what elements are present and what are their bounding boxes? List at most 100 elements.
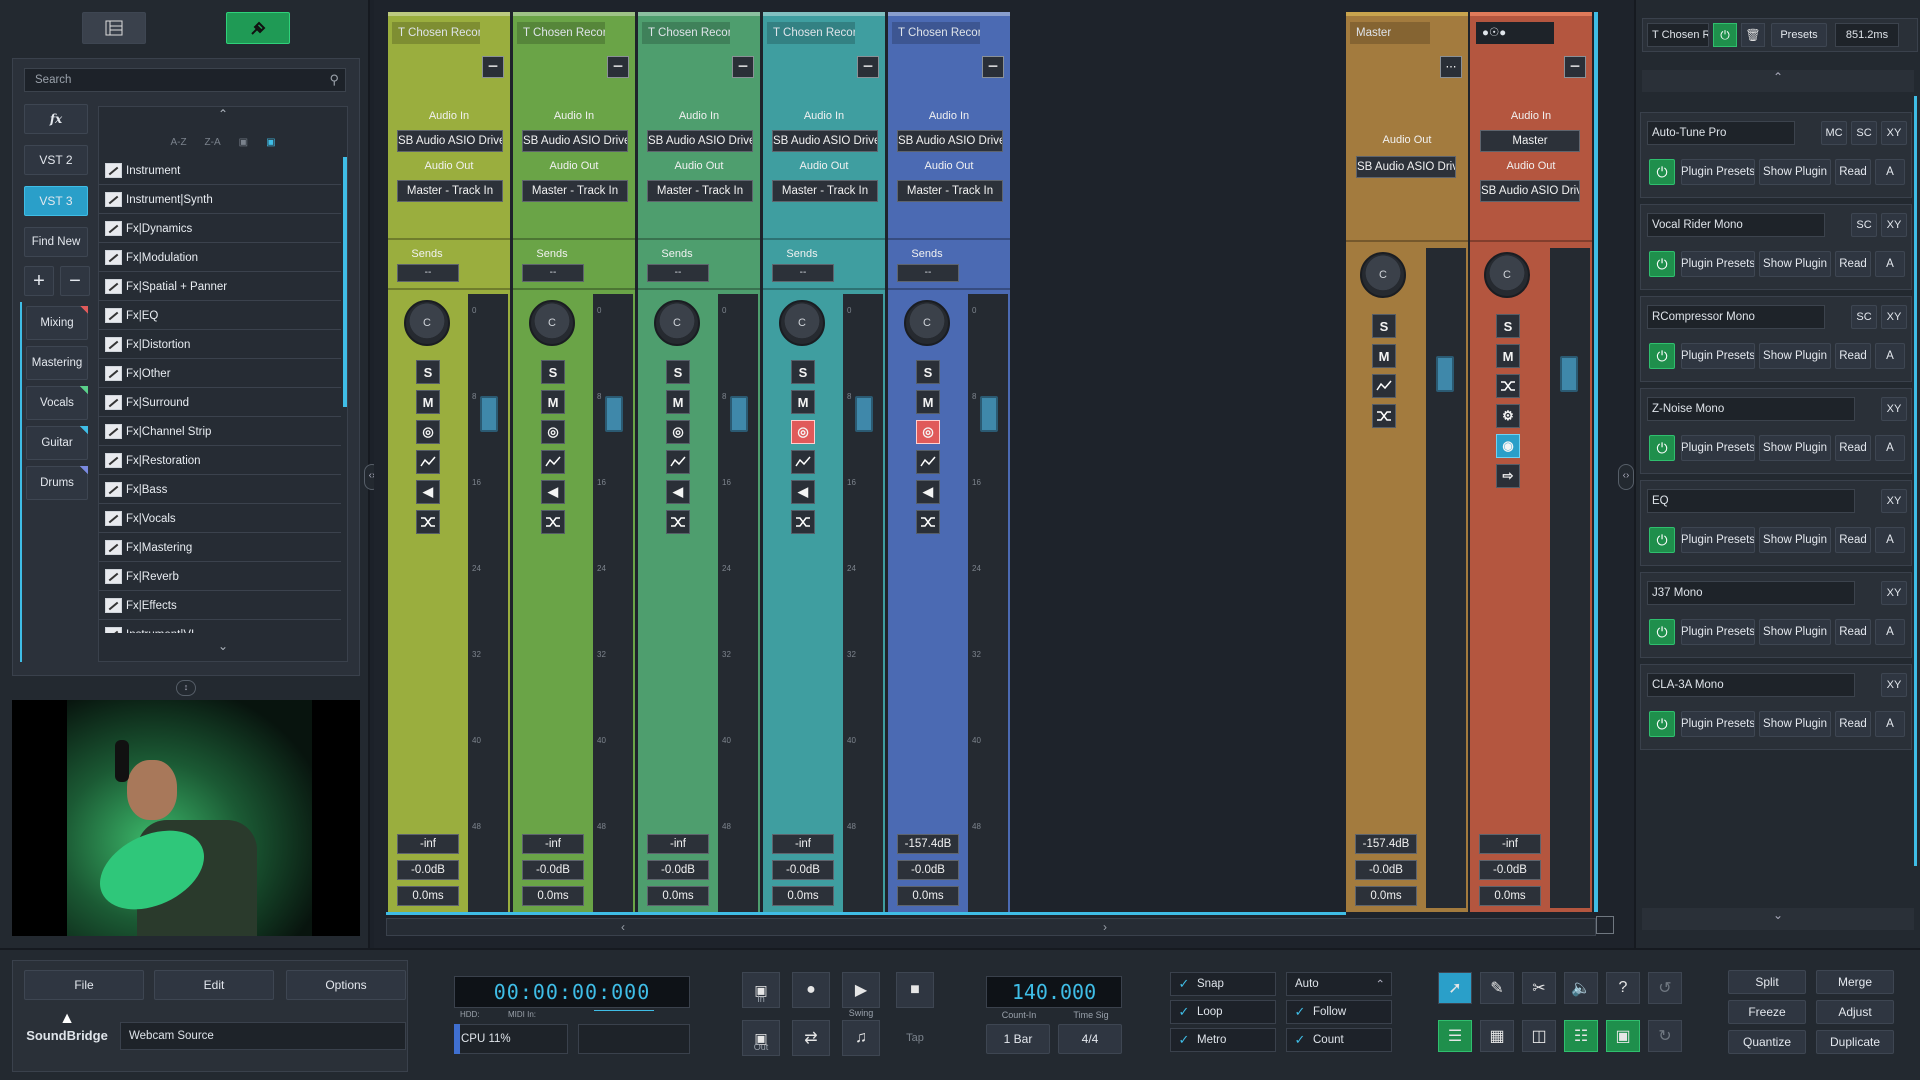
peak-value[interactable]: -inf — [647, 834, 709, 854]
options-menu[interactable]: Options — [286, 970, 406, 1000]
scroll-right-icon[interactable]: › — [1103, 920, 1107, 934]
channel-name[interactable]: T Chosen Recording 2 — [517, 22, 605, 44]
swing-button[interactable]: ♫ — [842, 1020, 880, 1056]
browser-view-button[interactable] — [82, 12, 146, 44]
solo-button[interactable]: S — [791, 360, 815, 384]
show-plugin-button[interactable]: Show Plugin — [1759, 159, 1831, 185]
preset-item[interactable]: Fx|Distortion — [99, 331, 341, 359]
selected-monitor-button[interactable]: ◉ — [1496, 434, 1520, 458]
sends-select[interactable]: -- — [397, 264, 459, 282]
power-icon[interactable]: ⏻ — [1649, 527, 1675, 553]
resize-handle-icon[interactable]: ↕ — [176, 680, 196, 696]
read-button[interactable]: Read — [1835, 251, 1871, 277]
read-button[interactable]: Read — [1835, 435, 1871, 461]
vst3-category-button[interactable]: VST 3 — [24, 186, 88, 216]
preset-item[interactable]: Fx|EQ — [99, 302, 341, 330]
tag-vocals[interactable]: Vocals — [26, 386, 88, 420]
power-icon[interactable]: ⏻ — [1649, 343, 1675, 369]
power-icon[interactable]: ⏻ — [1649, 711, 1675, 737]
plugin-scroll-up-icon[interactable]: ⌃ — [1642, 70, 1914, 92]
automation-a-button[interactable]: A — [1875, 251, 1905, 277]
latency-value[interactable]: 851.2ms — [1835, 23, 1899, 47]
audio-in-select[interactable]: SB Audio ASIO Driver — [772, 130, 878, 152]
preset-item[interactable]: Fx|Vocals — [99, 505, 341, 533]
show-plugin-button[interactable]: Show Plugin — [1759, 435, 1831, 461]
pan-knob[interactable]: C — [404, 300, 450, 346]
add-button[interactable]: + — [24, 266, 54, 296]
plugin-name[interactable]: J37 Mono — [1647, 581, 1855, 605]
master-pan-knob[interactable]: C — [1360, 252, 1406, 298]
delay-value[interactable]: 0.0ms — [772, 886, 834, 906]
selected-settings-button[interactable]: ⚙ — [1496, 404, 1520, 428]
plugin-browser-button[interactable] — [226, 12, 290, 44]
peak-value[interactable]: -inf — [772, 834, 834, 854]
delay-value[interactable]: 0.0ms — [522, 886, 584, 906]
selected-input-button[interactable]: ⇨ — [1496, 464, 1520, 488]
monitor-button[interactable]: ◀ — [416, 480, 440, 504]
edit-menu[interactable]: Edit — [154, 970, 274, 1000]
volume-value[interactable]: -0.0dB — [522, 860, 584, 880]
audio-in-select[interactable]: SB Audio ASIO Driver — [522, 130, 628, 152]
loop-mode-button[interactable]: ⇄ — [792, 1020, 830, 1056]
preset-item[interactable]: Fx|Modulation — [99, 244, 341, 272]
mixer-h-scrollbar[interactable] — [386, 912, 1346, 915]
selected-fader[interactable] — [1560, 356, 1578, 392]
read-button[interactable]: Read — [1835, 159, 1871, 185]
plugin-name[interactable]: EQ — [1647, 489, 1855, 513]
track-list-view[interactable]: ☰ — [1438, 1020, 1472, 1052]
sends-select[interactable]: -- — [647, 264, 709, 282]
volume-value[interactable]: -0.0dB — [397, 860, 459, 880]
pan-knob[interactable]: C — [654, 300, 700, 346]
merge-button[interactable]: Merge — [1816, 970, 1894, 994]
master-shuffle-button[interactable] — [1372, 404, 1396, 428]
scissors-tool[interactable]: ✂ — [1522, 972, 1556, 1004]
preset-item[interactable]: Fx|Other — [99, 360, 341, 388]
delay-value[interactable]: 0.0ms — [897, 886, 959, 906]
selected-audio-out-select[interactable]: SB Audio ASIO Driver — [1480, 180, 1580, 202]
shuffle-button[interactable] — [666, 510, 690, 534]
webcam-source-select[interactable]: Webcam Source — [120, 1022, 406, 1050]
master-mute-button[interactable]: M — [1372, 344, 1396, 368]
preset-item[interactable]: Fx|Effects — [99, 592, 341, 620]
plugin-presets-button[interactable]: Plugin Presets — [1681, 527, 1755, 553]
automation-a-button[interactable]: A — [1875, 619, 1905, 645]
time-sig-select[interactable]: 4/4 — [1058, 1024, 1122, 1054]
automation-a-button[interactable]: A — [1875, 711, 1905, 737]
pointer-tool[interactable]: ➚ — [1438, 972, 1472, 1004]
power-icon[interactable]: ⏻ — [1649, 619, 1675, 645]
selected-track-icons[interactable]: ●☉● — [1476, 22, 1554, 44]
volume-value[interactable]: -0.0dB — [897, 860, 959, 880]
plugin-presets-button[interactable]: Plugin Presets — [1681, 251, 1755, 277]
preset-item[interactable]: Fx|Dynamics — [99, 215, 341, 243]
undo-button[interactable]: ↺ — [1648, 972, 1682, 1004]
automation-a-button[interactable]: A — [1875, 527, 1905, 553]
time-display[interactable]: 00:00:00:000 — [454, 976, 690, 1008]
count-checkbox[interactable]: ✓ Count — [1286, 1028, 1392, 1052]
tag-mastering[interactable]: Mastering — [26, 346, 88, 380]
search-icon[interactable]: ⚲ — [329, 72, 339, 88]
read-button[interactable]: Read — [1835, 343, 1871, 369]
audio-in-select[interactable]: SB Audio ASIO Driver — [897, 130, 1003, 152]
audio-in-select[interactable]: SB Audio ASIO Driver — [647, 130, 753, 152]
selected-shuffle-button[interactable] — [1496, 374, 1520, 398]
help-button[interactable]: ? — [1606, 972, 1640, 1004]
plugin-scroll-down-icon[interactable]: ⌄ — [1642, 908, 1914, 930]
selected-peak[interactable]: -inf — [1479, 834, 1541, 854]
plugin-view[interactable]: ▣ — [1606, 1020, 1640, 1052]
mute-tool[interactable]: 🔈 — [1564, 972, 1598, 1004]
record-arm-button[interactable]: ◎ — [416, 420, 440, 444]
record-arm-button[interactable]: ◎ — [541, 420, 565, 444]
plugin-xy-button[interactable]: XY — [1881, 213, 1907, 237]
automation-a-button[interactable]: A — [1875, 343, 1905, 369]
collapse-button[interactable]: − — [857, 56, 879, 78]
mute-button[interactable]: M — [541, 390, 565, 414]
resize-corner-icon[interactable] — [1596, 916, 1614, 934]
count-in-select[interactable]: 1 Bar — [986, 1024, 1050, 1054]
mute-button[interactable]: M — [666, 390, 690, 414]
folder-icon[interactable]: ▣ — [239, 137, 248, 148]
vst2-category-button[interactable]: VST 2 — [24, 145, 88, 175]
preset-item[interactable]: Fx|Bass — [99, 476, 341, 504]
shuffle-button[interactable] — [791, 510, 815, 534]
adjust-button[interactable]: Adjust — [1816, 1000, 1894, 1024]
pencil-tool[interactable]: ✎ — [1480, 972, 1514, 1004]
